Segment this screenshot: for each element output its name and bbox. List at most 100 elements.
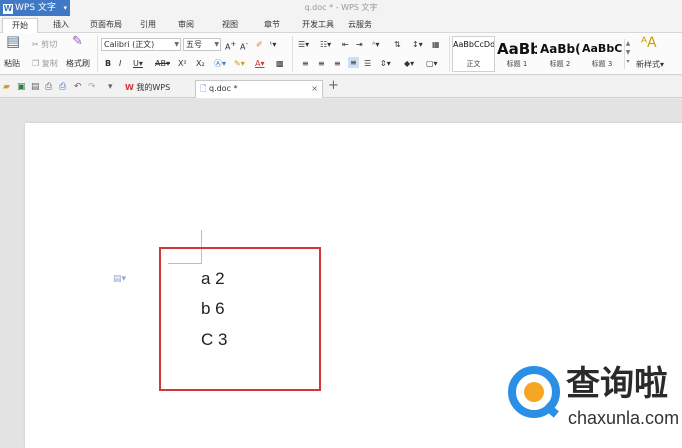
style-normal[interactable]: AaBbCcDd 正文	[452, 36, 495, 72]
indent-icon[interactable]: ⇥	[356, 39, 363, 50]
clear-format-icon[interactable]: ✐	[256, 39, 263, 50]
style-sample: AaBbC	[582, 42, 622, 55]
divider	[97, 36, 98, 72]
strikethrough-icon[interactable]: AB▾	[155, 58, 170, 69]
style-sample: AaBb(	[540, 42, 580, 56]
align-justify-icon[interactable]: ≡	[348, 57, 359, 68]
copy-button[interactable]: ❐ 复制	[32, 58, 58, 69]
borders-icon[interactable]: ▢▾	[426, 58, 438, 69]
watermark: 查询啦 chaxunla.com	[504, 360, 682, 448]
style-sample: AaBb	[497, 40, 537, 58]
divider	[449, 36, 450, 72]
chevron-down-icon: ▾	[63, 4, 67, 12]
font-size-select[interactable]: 五号 ▼	[183, 38, 221, 51]
style-label: 正文	[466, 60, 481, 68]
close-icon[interactable]: ×	[311, 81, 318, 97]
add-tab-button[interactable]: +	[328, 79, 339, 93]
spacing-icon[interactable]: ⇕▾	[380, 58, 391, 69]
align-center-icon[interactable]: ≡	[318, 58, 325, 69]
format-painter-icon[interactable]: ✎	[72, 35, 83, 48]
copy-label: 复制	[41, 59, 58, 68]
align-left-icon[interactable]: ≡	[302, 58, 309, 69]
tab-view[interactable]: 视图	[216, 18, 244, 33]
new-style-button[interactable]: 新样式▾	[636, 59, 664, 70]
cut-label: 剪切	[41, 40, 58, 49]
distribute-icon[interactable]: ☰	[364, 58, 371, 69]
font-name-select[interactable]: Calibri (正文) ▼	[101, 38, 181, 51]
format-painter-button[interactable]: 格式刷	[66, 58, 90, 69]
divider	[292, 36, 293, 72]
sort-icon[interactable]: ⇅	[394, 39, 401, 50]
subscript-icon[interactable]: X₂	[196, 58, 205, 69]
ribbon-toolbar: ▤ 粘贴 ✂ 剪切 ❐ 复制 ✎ 格式刷 Calibri (正文) ▼ 五号 ▼ A…	[0, 33, 682, 75]
open-folder-icon[interactable]: ▰	[3, 82, 10, 92]
wps-icon: W	[125, 83, 134, 92]
watermark-dot	[524, 382, 544, 402]
italic-icon[interactable]: I	[119, 58, 121, 69]
doc-tab-q-doc[interactable]: 🗋 q.doc * ×	[195, 80, 323, 98]
undo-icon[interactable]: ↶	[74, 82, 82, 92]
shading-icon[interactable]: ◆▾	[404, 58, 414, 69]
app-menu-button[interactable]: W WPS 文字 ▾	[0, 0, 70, 16]
style-heading-1[interactable]: AaBb 标题 1	[496, 36, 538, 72]
tab-cloud[interactable]: 云服务	[342, 18, 378, 33]
font-color-icon[interactable]: A▾	[255, 58, 265, 69]
doc-icon: 🗋	[200, 84, 207, 93]
wps-logo-icon: W	[3, 4, 13, 14]
quick-access-bar: ▰ ▣ ▤ ⎙ ⎙ ↶ ↷ ▾ W 我的WPS 🗋 q.doc * × +	[0, 76, 682, 98]
app-name: WPS 文字	[15, 3, 56, 13]
print-preview-icon[interactable]: ⎙	[45, 82, 52, 92]
paragraph-marker-icon[interactable]: ▤▾	[113, 274, 126, 284]
highlight-icon[interactable]: ✎▾	[234, 58, 245, 69]
bold-icon[interactable]: B	[105, 58, 111, 69]
text-effect-icon[interactable]: Ⓐ▾	[214, 58, 226, 69]
doc-tab-my-wps[interactable]: W 我的WPS	[121, 80, 195, 98]
char-shading-icon[interactable]: ▩	[276, 58, 284, 69]
style-heading-2[interactable]: AaBb( 标题 2	[539, 36, 581, 72]
chevron-down-icon: ▼	[174, 41, 179, 48]
tab-home[interactable]: 开始	[2, 18, 38, 33]
underline-icon[interactable]: U▾	[133, 58, 143, 69]
tab-insert[interactable]: 插入	[44, 18, 78, 33]
style-label: 标题 1	[506, 60, 528, 68]
align-right-icon[interactable]: ≡	[334, 58, 341, 69]
highlight-box	[159, 247, 321, 391]
save-as-icon[interactable]: ▤	[31, 82, 40, 92]
doc-tab-label: q.doc *	[208, 84, 238, 93]
cut-button[interactable]: ✂ 剪切	[32, 39, 57, 50]
grow-font-icon[interactable]: A+	[225, 39, 236, 53]
doc-tab-label: 我的WPS	[136, 83, 171, 92]
save-icon[interactable]: ▣	[17, 82, 26, 92]
numbering-icon[interactable]: ☷▾	[320, 39, 331, 50]
styles-scroll[interactable]: ▲ ▼ ▾	[624, 39, 631, 69]
chevron-down-icon: ▼	[214, 41, 219, 48]
watermark-cn: 查询啦	[566, 364, 668, 404]
bullets-icon[interactable]: ☰▾	[298, 39, 309, 50]
style-heading-3[interactable]: AaBbC 标题 3	[581, 36, 623, 72]
line-spacing-icon[interactable]: ↕▾	[412, 39, 423, 50]
chinese-layout-icon[interactable]: ᴬ▾	[372, 39, 379, 50]
superscript-icon[interactable]: X²	[178, 58, 187, 69]
new-style-label: 新样式	[636, 60, 660, 69]
shrink-font-icon[interactable]: A-	[240, 39, 248, 53]
outdent-icon[interactable]: ⇤	[342, 39, 349, 50]
tab-review[interactable]: 审阅	[172, 18, 200, 33]
tab-references[interactable]: 引用	[134, 18, 162, 33]
redo-icon[interactable]: ↷	[88, 82, 96, 92]
ribbon-tabs: 开始 插入 页面布局 引用 审阅 视图 章节 开发工具 云服务	[0, 16, 682, 33]
tab-sections[interactable]: 章节	[258, 18, 286, 33]
style-sample: AaBbCcDd	[453, 40, 494, 49]
font-name-value: Calibri (正文)	[104, 40, 155, 49]
new-style-icon[interactable]: ᴬA	[641, 36, 657, 50]
paste-icon[interactable]: ▤	[6, 34, 20, 49]
copy-icon: ❐	[32, 59, 40, 68]
scissors-icon: ✂	[32, 40, 39, 49]
tab-page-layout[interactable]: 页面布局	[84, 18, 128, 33]
chevron-down-icon[interactable]: ▾	[108, 82, 113, 92]
table-icon[interactable]: ▦	[432, 39, 440, 50]
phonetic-icon[interactable]: ᵗ▾	[270, 39, 276, 50]
tab-developer[interactable]: 开发工具	[296, 18, 340, 33]
print-icon[interactable]: ⎙	[59, 82, 66, 92]
window-title: q.doc * - WPS 文字	[304, 3, 378, 12]
paste-button[interactable]: 粘贴	[4, 58, 20, 69]
